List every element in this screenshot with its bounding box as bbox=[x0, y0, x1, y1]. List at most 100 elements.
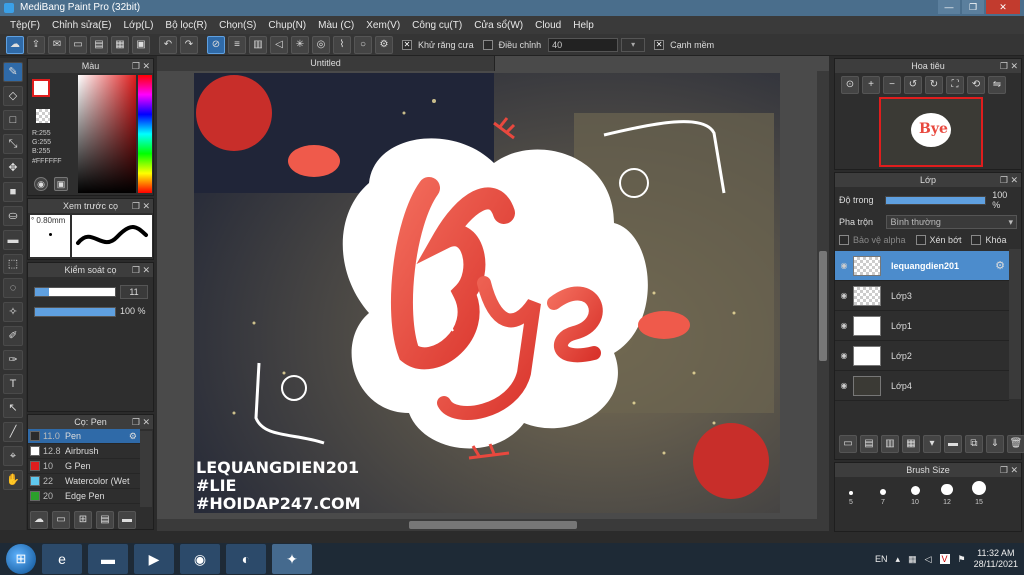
flag-icon[interactable]: ⚑ bbox=[958, 554, 966, 565]
layer-opacity-slider[interactable] bbox=[885, 195, 987, 205]
add-layer-dropdown-icon[interactable]: ▾ bbox=[923, 435, 941, 453]
adjust-input[interactable]: 40 bbox=[548, 37, 619, 52]
vanishing-point-icon[interactable]: ◁ bbox=[270, 35, 288, 54]
browser-icon[interactable]: ◐ bbox=[226, 544, 266, 574]
menu-tools[interactable]: Công cụ(T) bbox=[406, 20, 468, 31]
hue-slider[interactable] bbox=[138, 75, 152, 193]
layer-visibility-icon[interactable]: ◉ bbox=[835, 321, 853, 330]
color-settings-icon[interactable]: ▣ bbox=[54, 177, 68, 191]
navigator-thumbnail[interactable]: Bye bbox=[879, 97, 983, 167]
select-tool-icon[interactable]: ⬚ bbox=[3, 254, 23, 274]
new-layer-icon[interactable]: ▭ bbox=[839, 435, 857, 453]
menu-filter[interactable]: Bộ lọc(R) bbox=[159, 20, 213, 31]
layer-row[interactable]: ◉ Lớp1 bbox=[835, 311, 1009, 341]
brush-folder-icon[interactable]: ▬ bbox=[118, 511, 136, 529]
color-picker-field[interactable] bbox=[78, 75, 136, 193]
transform-tool-icon[interactable]: ⤡ bbox=[3, 134, 23, 154]
lasso-tool-icon[interactable]: ◌ bbox=[3, 278, 23, 298]
soft-edge-checkbox[interactable]: ✕ bbox=[654, 39, 665, 50]
canvas-horizontal-scrollbar[interactable] bbox=[157, 519, 829, 531]
antivirus-icon[interactable]: V bbox=[939, 554, 950, 564]
brush-tool-icon[interactable]: ✎ bbox=[3, 62, 23, 82]
move-tool-icon[interactable]: ✥ bbox=[3, 158, 23, 178]
layer-visibility-icon[interactable]: ◉ bbox=[835, 261, 853, 270]
magic-wand-tool-icon[interactable]: ✧ bbox=[3, 302, 23, 322]
curve-snap-icon[interactable]: ⌇ bbox=[333, 35, 351, 54]
panel-close-icon[interactable]: ❐ ✕ bbox=[132, 263, 150, 277]
layer-list-scrollbar[interactable] bbox=[1009, 249, 1021, 399]
rectangle-tool-icon[interactable]: □ bbox=[3, 110, 23, 130]
brush-size-option[interactable]: 10 bbox=[905, 486, 925, 506]
chrome-icon[interactable]: ◉ bbox=[180, 544, 220, 574]
layer-row[interactable]: ◉ Lớp2 bbox=[835, 341, 1009, 371]
circle-snap-icon[interactable]: ○ bbox=[354, 35, 372, 54]
antialias-checkbox[interactable]: ✕ bbox=[402, 39, 412, 50]
menu-cloud[interactable]: Cloud bbox=[529, 20, 567, 31]
brush-opacity-slider[interactable] bbox=[34, 307, 116, 317]
snap-off-icon[interactable]: ⊘ bbox=[207, 35, 225, 54]
adjust-dropdown[interactable]: ▾ bbox=[621, 37, 646, 52]
radial-snap-icon[interactable]: ✳ bbox=[291, 35, 309, 54]
layer-row[interactable]: ◉ Lớp4 bbox=[835, 371, 1009, 401]
brush-width-slider[interactable] bbox=[34, 287, 116, 297]
brush-list-item[interactable]: 11.0 Pen ⚙ bbox=[28, 429, 140, 444]
menu-edit[interactable]: Chỉnh sửa(E) bbox=[46, 20, 118, 31]
fit-window-icon[interactable]: ⛶ bbox=[946, 76, 964, 94]
concentric-snap-icon[interactable]: ◎ bbox=[312, 35, 330, 54]
panel-close-icon[interactable]: ❐ ✕ bbox=[132, 59, 150, 73]
snap-settings-icon[interactable]: ⚙ bbox=[375, 35, 393, 54]
brush-list-scrollbar[interactable] bbox=[140, 431, 152, 507]
ie-icon[interactable]: e bbox=[42, 544, 82, 574]
zoom-out-icon[interactable]: − bbox=[883, 76, 901, 94]
rotate-left-icon[interactable]: ↺ bbox=[904, 76, 922, 94]
network-icon[interactable]: ▦ bbox=[908, 554, 917, 565]
media-player-icon[interactable]: ▶ bbox=[134, 544, 174, 574]
menu-layer[interactable]: Lớp(L) bbox=[118, 20, 160, 31]
text-tool-icon[interactable]: T bbox=[3, 374, 23, 394]
operation-tool-icon[interactable]: ↖ bbox=[3, 398, 23, 418]
redo-icon[interactable]: ↷ bbox=[180, 35, 198, 54]
brush-list-item[interactable]: 22 Watercolor (Wet bbox=[28, 474, 140, 489]
select-pen-tool-icon[interactable]: ✐ bbox=[3, 326, 23, 346]
panel-close-icon[interactable]: ❐ ✕ bbox=[1000, 173, 1018, 187]
rotate-right-icon[interactable]: ↻ bbox=[925, 76, 943, 94]
add-brush-icon[interactable]: ⊞ bbox=[74, 511, 92, 529]
eraser-tool-icon[interactable]: ◇ bbox=[3, 86, 23, 106]
layer-row[interactable]: ◉ lequangdien201 ⚙ bbox=[835, 251, 1009, 281]
canvas-vertical-scrollbar[interactable] bbox=[817, 71, 829, 519]
medibang-icon[interactable]: ✦ bbox=[272, 544, 312, 574]
menu-snap[interactable]: Chụp(N) bbox=[262, 20, 312, 31]
document-tab[interactable]: Untitled bbox=[157, 56, 495, 71]
brush-cloud-icon[interactable]: ☁ bbox=[30, 511, 48, 529]
language-indicator[interactable]: EN bbox=[875, 554, 888, 564]
fill-rect-tool-icon[interactable]: ■ bbox=[3, 182, 23, 202]
brush-width-value[interactable]: 11 bbox=[120, 285, 148, 299]
duplicate-layer-icon[interactable]: ⧉ bbox=[965, 435, 983, 453]
menu-view[interactable]: Xem(V) bbox=[360, 20, 406, 31]
maximize-button[interactable]: ❐ bbox=[962, 0, 984, 14]
undo-icon[interactable]: ↶ bbox=[159, 35, 177, 54]
menu-window[interactable]: Cửa sổ(W) bbox=[468, 20, 529, 31]
palette-icon[interactable]: ◉ bbox=[34, 177, 48, 191]
foreground-color-swatch[interactable] bbox=[32, 79, 50, 97]
layer-visibility-icon[interactable]: ◉ bbox=[835, 291, 853, 300]
tray-arrow-icon[interactable]: ▴ bbox=[896, 554, 901, 565]
panel-close-icon[interactable]: ❐ ✕ bbox=[1000, 463, 1018, 477]
comment-icon[interactable]: ✉ bbox=[48, 35, 66, 54]
folder-icon[interactable]: ▬ bbox=[88, 544, 128, 574]
layer-visibility-icon[interactable]: ◉ bbox=[835, 351, 853, 360]
hand-tool-icon[interactable]: ✋ bbox=[3, 470, 23, 490]
layer-folder-icon[interactable]: ▬ bbox=[944, 435, 962, 453]
page-icon[interactable]: ▭ bbox=[69, 35, 87, 54]
brush-list-item[interactable]: 10 G Pen bbox=[28, 459, 140, 474]
brush-size-option[interactable]: 12 bbox=[937, 483, 957, 506]
layer-visibility-icon[interactable]: ◉ bbox=[835, 381, 853, 390]
panel-close-icon[interactable]: ❐ ✕ bbox=[132, 199, 150, 213]
brush-settings-icon[interactable]: ▤ bbox=[96, 511, 114, 529]
brush-size-option[interactable]: 15 bbox=[969, 481, 989, 506]
brush-settings-gear-icon[interactable]: ⚙ bbox=[129, 431, 137, 442]
volume-icon[interactable]: ◁ bbox=[925, 554, 932, 565]
protect-alpha-checkbox[interactable] bbox=[839, 235, 849, 245]
cloud-icon[interactable]: ☁ bbox=[6, 35, 24, 54]
bucket-tool-icon[interactable]: ⛀ bbox=[3, 206, 23, 226]
